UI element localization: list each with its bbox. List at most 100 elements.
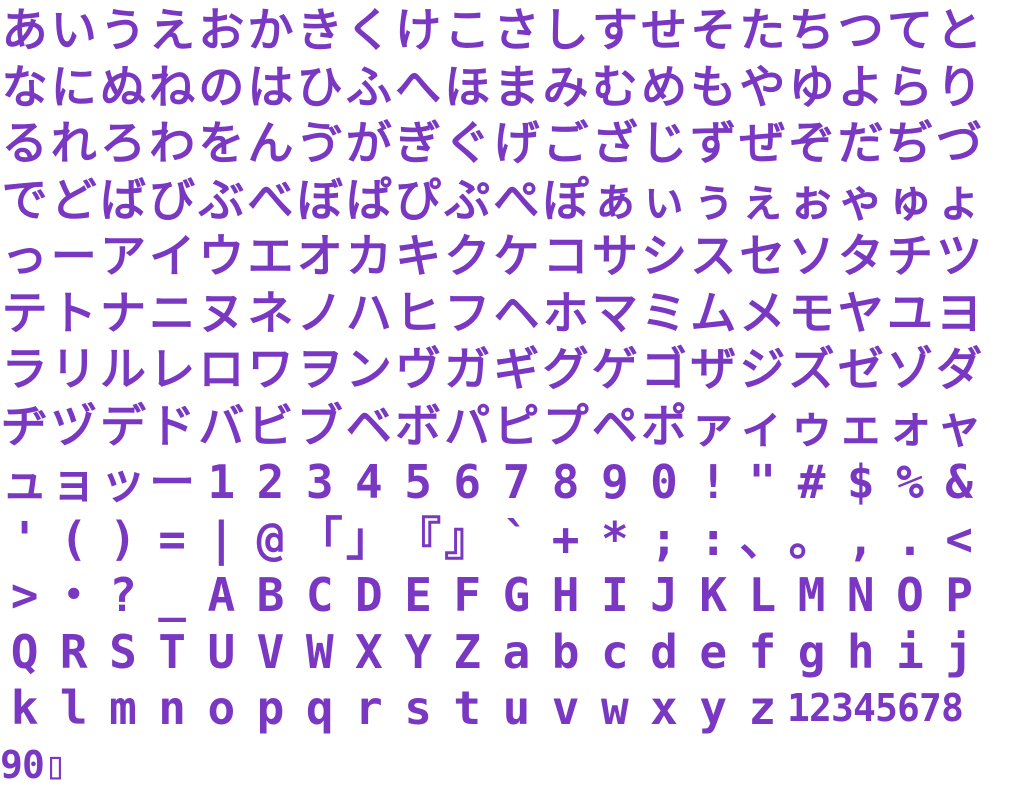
glyph: こ: [444, 3, 491, 57]
glyph: べ: [247, 172, 294, 227]
glyph: @: [256, 511, 285, 566]
glyph: M: [797, 568, 826, 622]
glyph: G: [502, 568, 531, 622]
glyph: ゼ: [837, 342, 884, 396]
glyph-row: ' () = | @ 「」『』 ` + *;:、。,. <: [0, 511, 984, 567]
glyph: _: [158, 568, 186, 622]
glyph: ペ: [591, 398, 638, 453]
glyph: む: [591, 59, 638, 114]
glyph: 8: [551, 455, 580, 509]
glyph: モ: [788, 285, 835, 340]
glyph: d: [650, 624, 678, 679]
glyph: n: [158, 681, 186, 735]
glyph: ゾ: [886, 342, 933, 396]
glyph-row: ヂヅデドバビブベボパピプペポァィゥェォャ: [0, 398, 984, 454]
glyph: よ: [837, 59, 884, 114]
glyph: や: [739, 59, 786, 114]
glyph: ザ: [690, 342, 737, 396]
glyph: 」: [345, 511, 392, 566]
glyph: ニ: [149, 285, 196, 340]
glyph: 『: [395, 511, 442, 566]
glyph: ボ: [395, 398, 442, 453]
glyph: U: [207, 624, 236, 679]
glyph: q: [305, 681, 334, 735]
glyph: ム: [690, 285, 737, 340]
glyph: <: [945, 511, 973, 566]
glyph: ェ: [837, 398, 884, 453]
glyph: ぶ: [198, 172, 245, 227]
glyph-row: なにぬねのはひふへほまみむめもやゆよらり: [0, 59, 984, 115]
glyph: |: [207, 511, 236, 566]
glyph: フ: [444, 285, 491, 340]
glyph: デ: [99, 398, 146, 453]
glyph: z: [748, 681, 777, 735]
glyph: と: [936, 3, 983, 57]
glyph: ん: [247, 116, 294, 170]
glyph: た: [739, 3, 786, 57]
glyph: J: [650, 568, 678, 622]
glyph: ク: [444, 229, 491, 283]
glyph-row: klmnopqrstuvwxyz12345678: [0, 680, 963, 736]
glyph-row: でどばびぶべぼぱぴぷぺぽぁぃぅぇぉゃゅょ: [0, 172, 984, 228]
glyph: ぎ: [395, 116, 442, 170]
glyph: .: [896, 511, 924, 566]
glyph: カ: [345, 229, 392, 283]
glyph-row: QRSTUVWXYZabcdefghij: [0, 624, 984, 680]
glyph: ヒ: [395, 285, 442, 340]
glyph: ぇ: [739, 172, 786, 227]
glyph: ケ: [493, 229, 540, 283]
glyph: テ: [1, 285, 48, 340]
glyph: w: [600, 681, 629, 735]
glyph: B: [256, 568, 285, 622]
glyph: ロ: [198, 342, 245, 396]
glyph: ヘ: [493, 285, 540, 340]
glyph: K: [699, 568, 728, 622]
glyph: ど: [50, 172, 97, 227]
glyph: ぉ: [788, 172, 835, 227]
glyph: ベ: [345, 398, 392, 453]
glyph: パ: [444, 398, 491, 453]
glyph-row: ュョッー 1 2 3 4 5 6 7 8 9 0! " # $% &: [0, 454, 984, 510]
glyph: #: [797, 455, 826, 509]
glyph: ね: [149, 59, 196, 114]
glyph: ;: [650, 511, 678, 566]
glyph: シ: [641, 229, 688, 283]
glyph: ぬ: [99, 59, 146, 114]
glyph: v: [551, 681, 580, 735]
glyph: >: [10, 568, 39, 622]
glyph: +: [551, 511, 580, 566]
glyph: ナ: [99, 285, 146, 340]
glyph: ス: [690, 229, 737, 283]
glyph: I: [600, 568, 629, 622]
glyph: ズ: [788, 342, 835, 396]
glyph: わ: [149, 116, 196, 170]
glyph: ヂ: [1, 398, 48, 453]
glyph: ド: [149, 398, 196, 453]
glyph: f: [748, 624, 777, 679]
glyph: 、: [739, 511, 786, 566]
glyph: を: [198, 116, 245, 170]
glyph: ?: [109, 568, 137, 622]
glyph: せ: [641, 3, 688, 57]
glyph: T: [158, 624, 186, 679]
glyph: ぴ: [395, 172, 442, 227]
glyph: D: [355, 568, 383, 622]
glyph: ゆ: [788, 59, 835, 114]
glyph: b: [551, 624, 580, 679]
glyph: ユ: [886, 285, 933, 340]
glyph: Z: [453, 624, 482, 679]
glyph: エ: [247, 229, 294, 283]
glyph: 2: [256, 455, 285, 509]
glyph: ツ: [936, 229, 983, 283]
glyph: ゔ: [296, 116, 343, 170]
glyph: ゃ: [837, 172, 884, 227]
glyph: コ: [542, 229, 589, 283]
glyph: オ: [296, 229, 343, 283]
glyph: X: [355, 624, 383, 679]
glyph: マ: [591, 285, 638, 340]
glyph: ・: [50, 568, 97, 622]
glyph: i: [896, 624, 924, 679]
glyph: ろ: [99, 116, 146, 170]
glyph: P: [945, 568, 973, 622]
glyph: 。: [788, 511, 835, 566]
